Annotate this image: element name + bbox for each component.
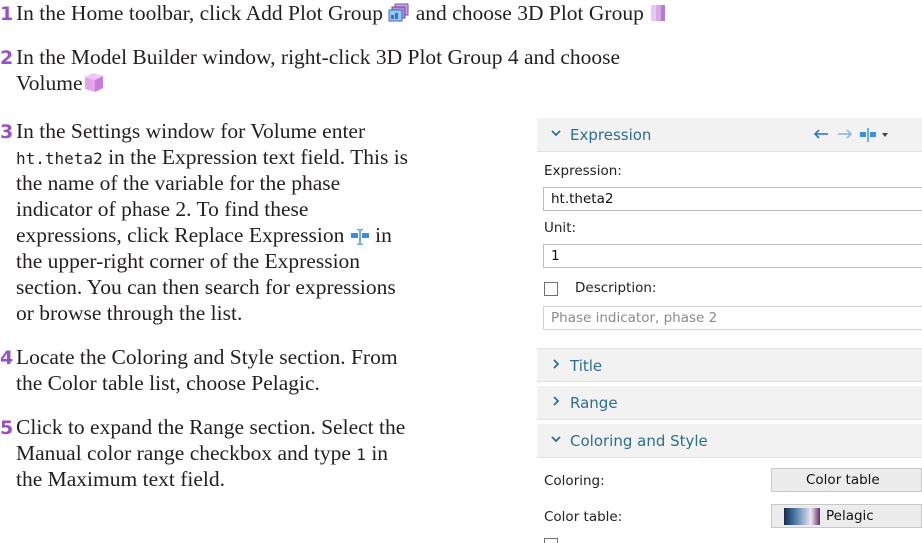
step-3-line: ht.theta2 in the Expression text field. … — [16, 144, 408, 172]
step-text: Manual color range checkbox and type — [16, 441, 357, 465]
replace-expression-icon[interactable] — [859, 127, 889, 143]
description-checkbox[interactable] — [544, 282, 558, 296]
step-text: in the Expression text field. This is — [102, 145, 409, 169]
plot-group-icon — [388, 3, 410, 29]
step-4-line: Locate the Coloring and Style section. F… — [16, 345, 398, 369]
settings-panel: Expression Expression: ht.theta2 Unit: 1… — [537, 118, 922, 543]
description-field: Phase indicator, phase 2 — [543, 306, 922, 330]
section-title: Expression — [570, 126, 652, 144]
chevron-right-icon — [553, 359, 560, 369]
step-4-line: the Color table list, choose Pelagic. — [16, 371, 320, 395]
step-2-line: Volume — [16, 70, 105, 99]
step-3-line: indicator of phase 2. To find these — [16, 197, 309, 221]
color-table-select[interactable]: Pelagic — [771, 504, 922, 528]
step-text: in — [375, 223, 392, 247]
color-table-label: Color table: — [544, 509, 623, 525]
coloring-select[interactable]: Color table — [771, 468, 922, 492]
step-text: in — [365, 441, 389, 465]
step-number: 2 — [0, 47, 14, 69]
title-section-header[interactable]: Title — [537, 348, 922, 382]
expression-label: Expression: — [544, 163, 622, 179]
back-arrow-icon[interactable] — [812, 127, 830, 141]
code-text: ht.theta2 — [16, 149, 103, 168]
step-number: 5 — [0, 417, 14, 439]
coloring-section-header[interactable]: Coloring and Style — [537, 424, 922, 458]
step-3-line: the upper-right corner of the Expression — [16, 249, 361, 273]
range-section-header[interactable]: Range — [537, 386, 922, 420]
step-3-line: the name of the variable for the phase — [16, 171, 341, 195]
step-5-line: the Maximum text field. — [16, 467, 225, 491]
chevron-down-icon — [551, 436, 561, 443]
section-title: Range — [570, 394, 618, 412]
forward-arrow-icon[interactable] — [836, 127, 854, 141]
step-3-line: expressions, click Replace Expression in — [16, 222, 392, 251]
step-text: expressions, click Replace Expression — [16, 223, 345, 247]
chevron-down-icon — [551, 130, 561, 137]
pelagic-colormap-swatch — [784, 508, 820, 525]
step-1-line: In the Home toolbar, click Add Plot Grou… — [16, 0, 669, 29]
step-text: and choose 3D Plot Group — [415, 1, 644, 25]
volume-icon — [83, 71, 105, 99]
step-number: 4 — [0, 347, 14, 369]
expression-field[interactable]: ht.theta2 — [543, 187, 922, 211]
section-title: Title — [570, 357, 603, 375]
step-number: 3 — [0, 121, 14, 143]
step-3-line: section. You can then search for express… — [16, 275, 396, 299]
section-title: Coloring and Style — [570, 432, 708, 450]
chevron-right-icon — [553, 396, 560, 406]
step-3-line: In the Settings window for Volume enter — [16, 119, 366, 143]
step-number: 1 — [0, 3, 14, 25]
step-text: In the Home toolbar, click Add Plot Grou… — [16, 1, 383, 25]
unit-field[interactable]: 1 — [543, 244, 922, 268]
step-5-line: Manual color range checkbox and type 1 i… — [16, 440, 388, 468]
expression-section-header[interactable]: Expression — [537, 118, 922, 152]
step-5-line: Click to expand the Range section. Selec… — [16, 415, 406, 439]
unit-label: Unit: — [544, 220, 577, 236]
description-label: Description: — [575, 280, 657, 296]
color-legend-checkbox[interactable] — [544, 538, 558, 543]
step-3-line: or browse through the list. — [16, 301, 243, 325]
3d-plot-group-icon — [649, 3, 669, 29]
step-text: Volume — [16, 71, 83, 95]
coloring-label: Coloring: — [544, 473, 605, 489]
step-2-line: In the Model Builder window, right-click… — [16, 45, 621, 69]
code-text: 1 — [356, 445, 366, 464]
color-table-value: Pelagic — [826, 508, 874, 524]
